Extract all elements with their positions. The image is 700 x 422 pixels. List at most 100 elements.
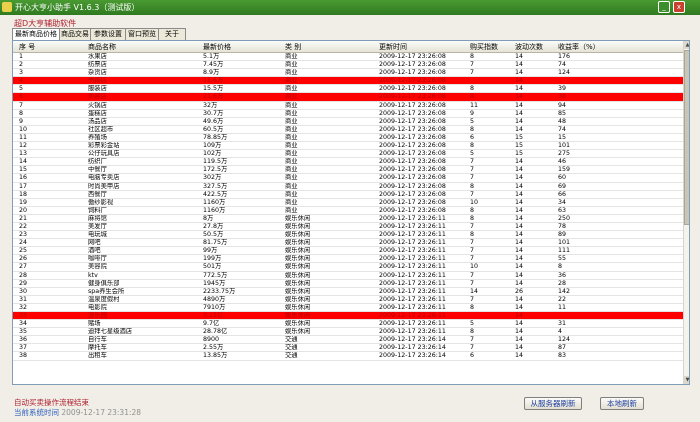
cell-buy-index: 7: [470, 295, 475, 303]
table-row[interactable]: 27 美容院 501万 娱乐休闲 2009-12-17 23:26:11 10 14 8: [13, 263, 683, 272]
table-row[interactable]: 20 饲料厂 1160万 商业 2009-12-17 23:26:08 8 14 63: [13, 207, 683, 215]
table-row[interactable]: 1 水果店 5.1万 商业 2009-12-17 23:26:08 8 14 176: [13, 53, 683, 62]
table-row[interactable]: 35 迪拜七星级酒店 28.78亿 娱乐休闲 2009-12-17 23:26:11 8 1…: [13, 328, 683, 337]
vertical-scrollbar[interactable]: ▲ ▼: [683, 41, 689, 384]
table-row[interactable]: 15 中餐厅 172.5万 商业 2009-12-17 23:26:08 7 14 159: [13, 166, 683, 175]
table-row[interactable]: 33 游乐园 3.15亿 娱乐休闲 2009-12-17 23:26:11 14: [13, 312, 683, 321]
server-refresh-button[interactable]: 从服务器刷新: [524, 397, 582, 410]
table-row[interactable]: 22 美发厅 27.8万 娱乐休闲 2009-12-17 23:26:11 7 14 78: [13, 222, 683, 232]
cell-name: 美容院: [88, 263, 107, 271]
cell-name: spa养生会所: [88, 287, 125, 295]
cell-name: 杂货店: [88, 69, 107, 77]
cell-time: 2009-12-17 23:26:11: [379, 222, 446, 230]
table-row[interactable]: 13 公仔玩具店 102万 商业 2009-12-17 23:26:08 5 15 275: [13, 150, 683, 159]
price-table[interactable]: 序 号 商品名称 最新价格 类 别 更新时间 购买指数 波动次数 收益率（%） …: [12, 40, 690, 385]
table-row[interactable]: 6 美容店 21.6万 商业 2009-12-17 23:26:08 8 14 38: [13, 93, 683, 102]
cell-index: 12: [19, 142, 28, 150]
col-header-time[interactable]: 更新时间: [379, 42, 407, 52]
table-row[interactable]: 31 温泉度假村 4890万 娱乐休闲 2009-12-17 23:26:11 7 14 22: [13, 296, 683, 304]
cell-yield: 69: [558, 182, 567, 190]
cell-category: 商业: [285, 174, 298, 182]
cell-buy-index: 7: [470, 336, 475, 344]
cell-fluctuations: 14: [515, 263, 524, 271]
cell-index: 17: [19, 182, 28, 190]
cell-category: 商业: [285, 150, 298, 158]
col-header-buy-index[interactable]: 购买指数: [470, 42, 498, 52]
cell-buy-index: 8: [470, 85, 475, 93]
cell-buy-index: 8: [470, 93, 475, 101]
cell-category: 商业: [285, 190, 298, 198]
col-header-index[interactable]: 序 号: [19, 42, 35, 52]
col-header-yield[interactable]: 收益率（%）: [558, 42, 600, 52]
table-row[interactable]: 17 时尚美甲店 327.5万 商业 2009-12-17 23:26:08 8 14 69: [13, 183, 683, 191]
scroll-down-icon[interactable]: ▼: [684, 376, 689, 384]
cell-category: 商业: [285, 61, 298, 69]
cell-name: 傲纱影视: [88, 198, 114, 206]
cell-fluctuations: 15: [515, 142, 524, 150]
cell-index: 29: [19, 279, 28, 287]
table-row[interactable]: 14 纺织厂 119.5万 商业 2009-12-17 23:26:08 7 14 46: [13, 158, 683, 167]
minimize-button[interactable]: _: [658, 1, 670, 13]
tab-about[interactable]: 关于: [158, 28, 186, 40]
col-header-category[interactable]: 类 别: [285, 42, 301, 52]
table-row[interactable]: 10 社区超市 60.5万 商业 2009-12-17 23:26:08 8 14 74: [13, 126, 683, 134]
cell-buy-index: 8: [470, 303, 475, 311]
cell-fluctuations: 14: [515, 344, 524, 352]
table-row[interactable]: 18 西餐厅 422.5万 商业 2009-12-17 23:26:08 7 14 66: [13, 191, 683, 199]
cell-fluctuations: 14: [515, 336, 524, 344]
col-header-name[interactable]: 商品名称: [88, 42, 116, 52]
tab-trade[interactable]: 商品交易: [59, 28, 91, 40]
scroll-up-icon[interactable]: ▲: [684, 41, 689, 49]
table-row[interactable]: 3 杂货店 8.9万 商业 2009-12-17 23:26:08 7 14 124: [13, 69, 683, 78]
table-row[interactable]: 32 电影院 7910万 娱乐休闲 2009-12-17 23:26:11 8 14 11: [13, 304, 683, 312]
table-row[interactable]: 34 赌场 9.7亿 娱乐休闲 2009-12-17 23:26:11 5 14 31: [13, 320, 683, 329]
table-row[interactable]: 26 咖啡厅 199万 娱乐休闲 2009-12-17 23:26:11 7 14 55: [13, 255, 683, 264]
cell-buy-index: 9: [470, 109, 475, 117]
cell-name: 美发厅: [88, 222, 107, 230]
cell-category: 娱乐休闲: [285, 279, 311, 287]
cell-index: 33: [19, 312, 28, 319]
table-row[interactable]: 23 电玩城 50.5万 娱乐休闲 2009-12-17 23:26:11 8 14 89: [13, 231, 683, 240]
cell-buy-index: 8: [470, 142, 475, 150]
table-row[interactable]: 2 纺票店 7.45万 商业 2009-12-17 23:26:08 7 14 74: [13, 61, 683, 70]
table-row[interactable]: 9 汤品店 49.6万 商业 2009-12-17 23:26:08 5 14 48: [13, 118, 683, 126]
table-row[interactable]: 12 彩票彩金站 109万 商业 2009-12-17 23:26:08 8 15 101: [13, 142, 683, 151]
cell-buy-index: 7: [470, 247, 475, 255]
scroll-thumb[interactable]: [684, 50, 689, 225]
table-row[interactable]: 24 网吧 81.75万 娱乐休闲 2009-12-17 23:26:11 7 14 101: [13, 239, 683, 248]
table-row[interactable]: 8 蛋糕店 30.7万 商业 2009-12-17 23:26:08 9 14 85: [13, 110, 683, 118]
cell-yield: 66: [558, 190, 567, 198]
tab-preview[interactable]: 窗口预览: [125, 28, 159, 40]
cell-time: 2009-12-17 23:26:14: [379, 344, 446, 352]
table-row[interactable]: 7 火锅店 32万 商业 2009-12-17 23:26:08 11 14 94: [13, 102, 683, 110]
close-button[interactable]: x: [673, 1, 685, 13]
cell-time: 2009-12-17 23:26:14: [379, 352, 446, 360]
local-refresh-button[interactable]: 本地刷新: [600, 397, 644, 410]
tab-settings[interactable]: 参数设置: [90, 28, 126, 40]
table-row[interactable]: 16 电脑专卖店 302万 商业 2009-12-17 23:26:08 7 14 60: [13, 174, 683, 183]
table-row[interactable]: 37 摩托车 2.55万 交通 2009-12-17 23:26:14 7 14 87: [13, 344, 683, 353]
table-row[interactable]: 11 养殖场 78.85万 商业 2009-12-17 23:26:08 6 15 15: [13, 134, 683, 143]
table-row[interactable]: 36 自行车 8900 交通 2009-12-17 23:26:14 7 14 124: [13, 336, 683, 345]
cell-index: 36: [19, 336, 28, 344]
cell-category: 商业: [285, 142, 298, 150]
table-row[interactable]: 19 傲纱影视 1160万 商业 2009-12-17 23:26:08 10 14 34: [13, 199, 683, 207]
cell-price: 49.6万: [203, 117, 224, 125]
cell-fluctuations: 14: [515, 222, 524, 230]
table-row[interactable]: 21 麻将馆 8万 娱乐休闲 2009-12-17 23:26:11 8 14 250: [13, 215, 683, 223]
table-row[interactable]: 25 酒吧 99万 娱乐休闲 2009-12-17 23:26:11 7 14 111: [13, 247, 683, 256]
table-row[interactable]: 28 ktv 772.5万 娱乐休闲 2009-12-17 23:26:11 7 14 36: [13, 272, 683, 280]
cell-time: 2009-12-17 23:26:11: [379, 320, 446, 328]
cell-time: 2009-12-17 23:26:11: [379, 247, 446, 255]
cell-yield: 74: [558, 125, 567, 133]
cell-time: 2009-12-17 23:26:08: [379, 85, 446, 93]
col-header-fluctuations[interactable]: 波动次数: [515, 42, 543, 52]
table-row[interactable]: 4 书报店 11.6万 商业 2009-12-17 23:26:08 14: [13, 77, 683, 86]
col-header-price[interactable]: 最新价格: [203, 42, 231, 52]
cell-fluctuations: 14: [515, 231, 524, 239]
cell-fluctuations: 14: [515, 117, 524, 125]
table-row[interactable]: 29 健身俱乐部 1945万 娱乐休闲 2009-12-17 23:26:11 7 14 28: [13, 280, 683, 288]
table-row[interactable]: 30 spa养生会所 2233.75万 娱乐休闲 2009-12-17 23:26:11…: [13, 288, 683, 296]
table-row[interactable]: 38 出租车 13.85万 交通 2009-12-17 23:26:14 6 14 83: [13, 352, 683, 361]
table-row[interactable]: 5 服装店 15.5万 商业 2009-12-17 23:26:08 8 14 39: [13, 85, 683, 94]
